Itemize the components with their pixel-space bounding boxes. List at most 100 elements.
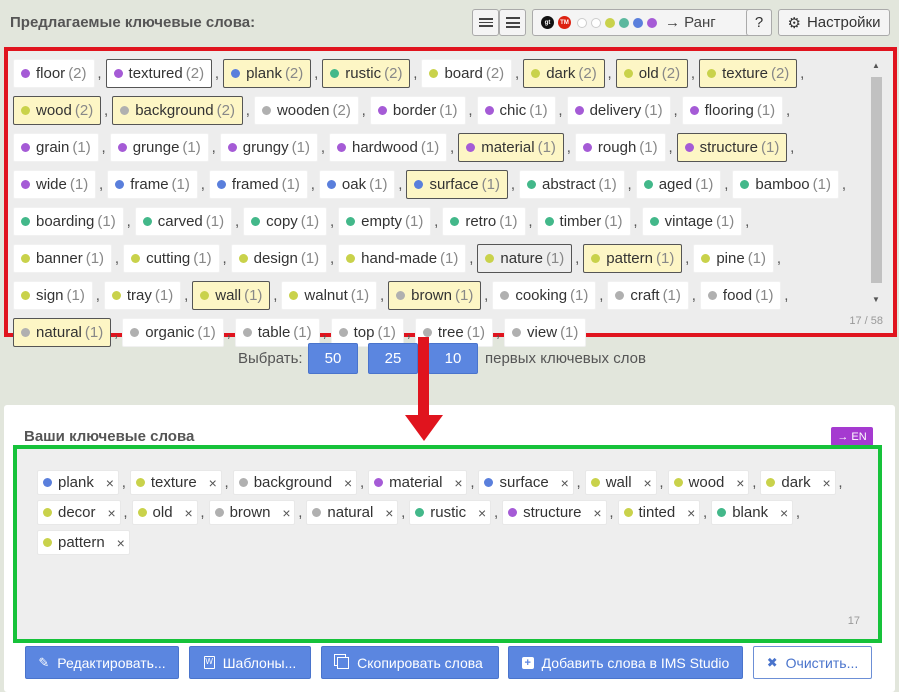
- suggested-keyword-chip[interactable]: material (1),: [458, 133, 571, 162]
- suggested-keyword-chip[interactable]: nature (1),: [477, 244, 579, 273]
- suggested-keyword-chip[interactable]: grain (1),: [13, 133, 106, 162]
- keyword-text: material: [481, 139, 535, 156]
- suggested-keyword-chip[interactable]: old (2),: [615, 59, 695, 88]
- separator: ,: [114, 324, 119, 341]
- suggested-keyword-chip[interactable]: organic (1),: [122, 318, 231, 347]
- color-filter-dot[interactable]: [591, 17, 601, 28]
- copy-words-button[interactable]: Скопировать слова: [321, 646, 499, 679]
- settings-button[interactable]: ⚙ Настройки: [778, 9, 890, 36]
- templates-button[interactable]: W Шаблоны...: [189, 646, 311, 679]
- suggested-keyword-chip[interactable]: cutting (1),: [123, 244, 227, 273]
- selected-keyword-chip[interactable]: material ×,: [368, 470, 474, 495]
- help-button[interactable]: ?: [746, 9, 772, 36]
- suggested-keyword-chip[interactable]: copy (1),: [243, 207, 334, 236]
- suggested-keyword-chip[interactable]: textured (2),: [105, 59, 219, 88]
- selected-keyword-chip[interactable]: background ×,: [232, 470, 364, 495]
- select-10-button[interactable]: 10: [428, 343, 478, 374]
- selected-keyword-chip[interactable]: dark ×,: [760, 470, 843, 495]
- suggested-keyword-chip[interactable]: frame (1),: [107, 170, 205, 199]
- selected-keyword-chip[interactable]: tinted ×,: [617, 500, 707, 525]
- suggested-keyword-chip[interactable]: chic (1),: [476, 96, 563, 125]
- selected-keyword-chip[interactable]: decor ×,: [37, 500, 128, 525]
- selected-keyword-chip[interactable]: texture ×,: [129, 470, 229, 495]
- selected-keyword-chip[interactable]: natural ×,: [306, 500, 405, 525]
- scroll-thumb[interactable]: [871, 77, 882, 283]
- compact-view-button[interactable]: [472, 9, 499, 36]
- select-50-button[interactable]: 50: [308, 343, 358, 374]
- list-view-button[interactable]: [499, 9, 526, 36]
- suggested-keyword-chip[interactable]: retro (1),: [442, 207, 533, 236]
- suggested-keyword-chip[interactable]: wood (2),: [13, 96, 108, 125]
- color-filter-dot[interactable]: [647, 17, 657, 28]
- suggested-keyword-chip[interactable]: dark (2),: [523, 59, 612, 88]
- selected-keyword-chip[interactable]: pattern ×: [37, 530, 130, 555]
- suggested-keyword-chip[interactable]: wooden (2),: [253, 96, 366, 125]
- suggested-keyword-chip[interactable]: food (1),: [699, 281, 788, 310]
- suggested-keyword-chip[interactable]: empty (1),: [338, 207, 438, 236]
- suggested-keyword-chip[interactable]: hand-made (1),: [338, 244, 473, 273]
- clear-button[interactable]: ✖ Очистить...: [753, 646, 872, 679]
- suggested-keyword-chip[interactable]: brown (1),: [388, 281, 488, 310]
- suggested-keyword-chip[interactable]: wide (1),: [13, 170, 103, 199]
- scroll-up-arrow-icon[interactable]: ▲: [872, 61, 880, 70]
- selected-keyword-chip[interactable]: wood ×,: [667, 470, 756, 495]
- suggested-keyword-chip[interactable]: pattern (1),: [583, 244, 689, 273]
- suggested-keyword-chip[interactable]: hardwood (1),: [328, 133, 454, 162]
- selected-keyword-chip[interactable]: plank ×,: [37, 470, 126, 495]
- color-filter-dot[interactable]: [633, 17, 643, 28]
- your-keywords-panel[interactable]: plank ×, texture ×, background ×, material ×, su…: [13, 445, 882, 643]
- suggested-keyword-chip[interactable]: natural (1),: [13, 318, 118, 347]
- suggested-keyword-chip[interactable]: aged (1),: [635, 170, 728, 199]
- suggested-keyword-chip[interactable]: table (1),: [234, 318, 327, 347]
- suggested-keyword-chip[interactable]: structure (1),: [676, 133, 794, 162]
- scroll-down-arrow-icon[interactable]: ▼: [872, 295, 880, 304]
- selected-keyword-chip[interactable]: blank ×,: [711, 500, 800, 525]
- suggested-keyword-chip[interactable]: timber (1),: [536, 207, 638, 236]
- selected-keyword-chip[interactable]: wall ×,: [584, 470, 664, 495]
- suggested-keyword-chip[interactable]: board (2),: [421, 59, 519, 88]
- suggested-keyword-chip[interactable]: abstract (1),: [519, 170, 632, 199]
- suggested-keyword-chip[interactable]: cooking (1),: [492, 281, 603, 310]
- suggested-keyword-chip[interactable]: rough (1),: [574, 133, 673, 162]
- suggested-keyword-chip[interactable]: vintage (1),: [641, 207, 749, 236]
- suggested-keyword-chip[interactable]: rustic (2),: [322, 59, 417, 88]
- add-to-ims-button[interactable]: + Добавить слова в IMS Studio: [508, 646, 743, 679]
- color-filter-dot[interactable]: [619, 17, 629, 28]
- selected-keyword-chip[interactable]: brown ×,: [208, 500, 302, 525]
- selected-keyword-chip[interactable]: surface ×,: [478, 470, 581, 495]
- suggested-keyword-chip[interactable]: border (1),: [369, 96, 473, 125]
- suggested-keyword-chip[interactable]: carved (1),: [134, 207, 239, 236]
- suggested-keyword-chip[interactable]: walnut (1),: [281, 281, 384, 310]
- suggested-keyword-chip[interactable]: tray (1),: [103, 281, 188, 310]
- selected-keyword-chip[interactable]: rustic ×,: [409, 500, 498, 525]
- color-filter-dot[interactable]: [605, 17, 615, 28]
- suggested-keyword-chip[interactable]: flooring (1),: [681, 96, 790, 125]
- suggested-keyword-chip[interactable]: surface (1),: [406, 170, 515, 199]
- selected-keyword-chip[interactable]: structure ×,: [502, 500, 614, 525]
- suggested-keyword-chip[interactable]: design (1),: [230, 244, 334, 273]
- suggested-keyword-chip[interactable]: framed (1),: [208, 170, 315, 199]
- suggested-keyword-chip[interactable]: delivery (1),: [566, 96, 678, 125]
- suggested-keyword-chip[interactable]: pine (1),: [693, 244, 781, 273]
- edit-button[interactable]: ✎ Редактировать...: [25, 646, 179, 679]
- suggested-keyword-chip[interactable]: craft (1),: [607, 281, 696, 310]
- suggested-keyword-chip[interactable]: grungy (1),: [219, 133, 325, 162]
- selected-keyword-chip[interactable]: old ×,: [131, 500, 205, 525]
- suggested-keyword-chip[interactable]: wall (1),: [192, 281, 277, 310]
- suggested-keyword-chip[interactable]: sign (1),: [13, 281, 100, 310]
- suggested-keyword-chip[interactable]: view (1): [504, 318, 587, 347]
- suggested-keyword-chip[interactable]: boarding (1),: [13, 207, 131, 236]
- suggested-keyword-chip[interactable]: grunge (1),: [109, 133, 216, 162]
- color-filter-dot[interactable]: [577, 17, 587, 28]
- suggested-keyword-chip[interactable]: background (2),: [112, 96, 250, 125]
- translate-en-button[interactable]: → EN: [831, 427, 873, 446]
- suggested-keyword-chip[interactable]: oak (1),: [318, 170, 402, 199]
- rank-filter-button[interactable]: gt TM → Ранг: [532, 9, 772, 36]
- suggested-keyword-chip[interactable]: plank (2),: [223, 59, 318, 88]
- suggested-keyword-chip[interactable]: banner (1),: [13, 244, 119, 273]
- suggested-keyword-chip[interactable]: texture (2),: [699, 59, 804, 88]
- suggested-scrollbar[interactable]: ▲ ▼: [869, 59, 883, 309]
- suggested-keyword-chip[interactable]: bamboo (1),: [732, 170, 846, 199]
- suggested-keyword-chip[interactable]: floor (2),: [13, 59, 102, 88]
- select-25-button[interactable]: 25: [368, 343, 418, 374]
